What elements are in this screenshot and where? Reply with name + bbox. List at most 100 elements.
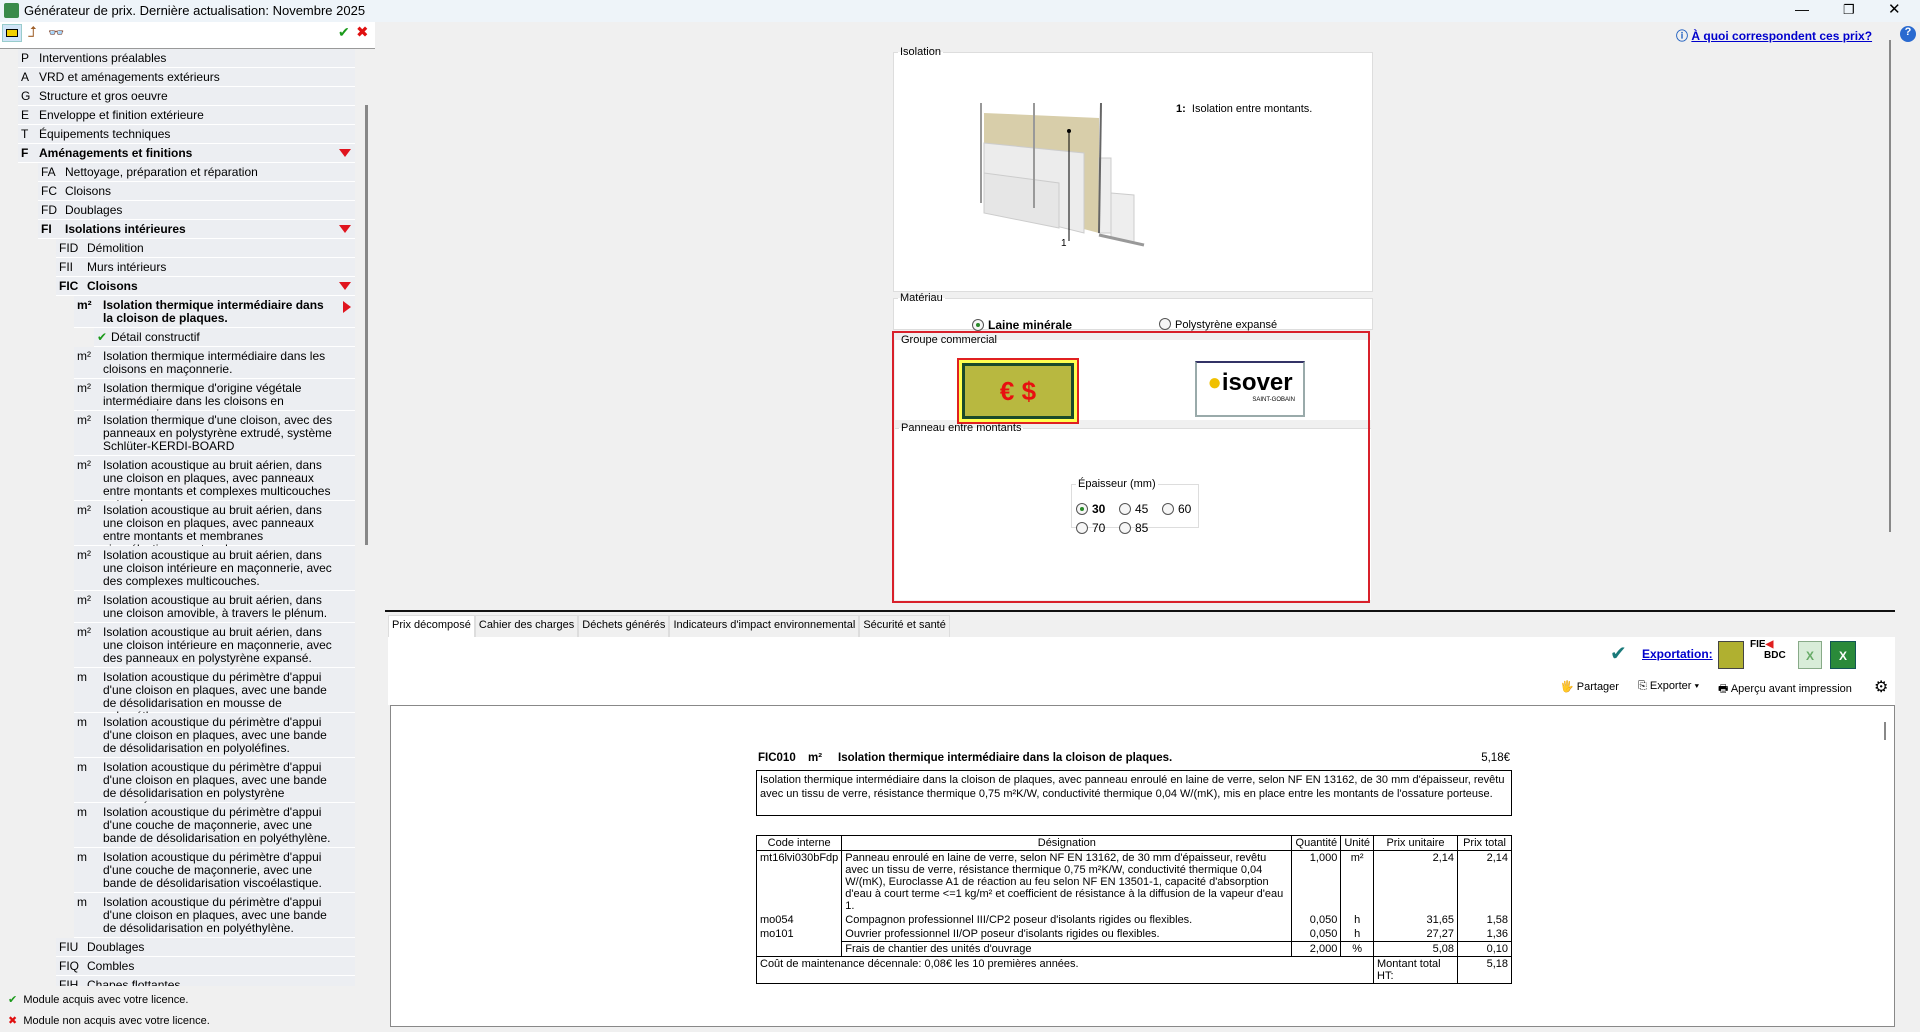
settings-gear-icon[interactable]: ⚙ (1874, 677, 1888, 697)
tree-item-code: FIC (59, 279, 79, 293)
panneau-group: Panneau entre montants Épaisseur (mm) 30… (895, 422, 1371, 600)
generic-price-button[interactable]: € $ (957, 358, 1079, 424)
restore-button[interactable]: ❐ (1843, 2, 1855, 18)
tree-item[interactable]: m² Isolation acoustique au bruit aérien, … (74, 456, 355, 511)
tree-item[interactable]: m² Isolation acoustique au bruit aérien, … (74, 623, 355, 668)
tree-item[interactable]: m² Isolation acoustique au bruit aérien, … (74, 546, 355, 591)
tab-impact-environnemental[interactable]: Indicateurs d'impact environnemental (669, 615, 860, 637)
help-prices[interactable]: ⓘ À quoi correspondent ces prix? (1676, 27, 1872, 44)
export-dropdown[interactable]: ⎘ Exporter ▾ (1638, 680, 1699, 693)
isover-brand-button[interactable]: ●isover SAINT-GOBAIN (1195, 361, 1305, 417)
minimize-button[interactable]: — (1795, 1, 1809, 17)
tree-item[interactable]: FI Isolations intérieures (38, 220, 355, 239)
tree-item[interactable]: FIH Chapes flottantes (56, 976, 355, 986)
tree-item[interactable]: P Interventions préalables (18, 49, 355, 68)
search-binoculars-icon[interactable]: 👓 (48, 25, 64, 41)
check-icon[interactable]: ✔ (338, 24, 350, 41)
radio-polystyrene[interactable]: Polystyrène expansé (1159, 318, 1277, 331)
tree-item[interactable]: E Enveloppe et finition extérieure (18, 106, 355, 125)
tree-item[interactable]: ✔ Détail constructif (94, 328, 355, 347)
tree-item[interactable]: m² Isolation acoustique au bruit aérien, … (74, 591, 355, 623)
tree-item-label: Isolation acoustique du périmètre d'appu… (103, 895, 327, 935)
table-footer-row: Coût de maintenance décennale: 0,08€ les… (756, 956, 1512, 984)
radio-30[interactable]: 30 (1076, 502, 1105, 516)
tab-cahier-des-charges[interactable]: Cahier des charges (474, 615, 579, 637)
tree-item[interactable]: FC Cloisons (38, 182, 355, 201)
radio-85[interactable]: 85 (1119, 521, 1148, 535)
tree-item[interactable]: m² Isolation thermique d'origine végétale… (74, 379, 355, 421)
tree-item[interactable]: m Isolation acoustique du périmètre d'app… (74, 758, 355, 813)
tree-item[interactable]: FII Murs intérieurs (56, 258, 355, 277)
tab-dechets[interactable]: Déchets générés (578, 615, 670, 637)
tree-item-code: F (21, 146, 29, 160)
export-doc-icon[interactable] (1718, 641, 1744, 669)
table-cell: Ouvrier professionnel II/OP poseur d'iso… (841, 927, 1293, 942)
tree-item[interactable]: FA Nettoyage, préparation et réparation (38, 163, 355, 182)
tree-item-label: Doublages (65, 203, 123, 217)
tab-prix-decompose[interactable]: Prix décomposé (388, 615, 475, 637)
excel-icon[interactable]: X (1830, 641, 1856, 669)
tree-item[interactable]: F Aménagements et finitions (18, 144, 355, 163)
list-view-button[interactable] (2, 24, 22, 42)
help-prices-link[interactable]: À quoi correspondent ces prix? (1691, 29, 1872, 43)
tree-item[interactable]: m Isolation acoustique du périmètre d'app… (74, 668, 355, 723)
tree-item-label: Isolation acoustique au bruit aérien, da… (103, 458, 331, 511)
help-icon[interactable]: ? (1900, 26, 1916, 42)
tree-item[interactable]: m Isolation acoustique du périmètre d'app… (74, 713, 355, 758)
expand-arrow-icon[interactable] (339, 282, 351, 290)
materiau-group: Matériau Laine minérale Polystyrène expa… (893, 292, 1373, 332)
tree-item[interactable]: T Équipements techniques (18, 125, 355, 144)
tree-item-code: A (21, 70, 30, 84)
doc-scrollbar[interactable] (1884, 722, 1886, 740)
col-prix-total: Prix total (1457, 835, 1512, 851)
fie-bdc-icon[interactable]: FIE◀ BDC (1750, 639, 1790, 671)
cross-icon[interactable]: ✖ (356, 23, 369, 41)
table-cell: 2,000 (1291, 941, 1342, 957)
tree-item[interactable]: m² Isolation thermique d'une cloison, ave… (74, 411, 355, 456)
tree-scrollbar[interactable] (365, 105, 368, 545)
print-preview-button[interactable]: 🖶 Aperçu avant impression (1718, 680, 1852, 699)
expand-arrow-icon[interactable] (339, 225, 351, 233)
tree-item[interactable]: A VRD et aménagements extérieurs (18, 68, 355, 87)
radio-laine-minerale[interactable]: Laine minérale (972, 318, 1072, 332)
tree-item[interactable]: m Isolation acoustique du périmètre d'app… (74, 893, 355, 938)
tree-item-label: Isolation acoustique du périmètre d'appu… (103, 760, 327, 813)
close-button[interactable]: ✕ (1888, 0, 1901, 18)
tree-item[interactable]: FIQ Combles (56, 957, 355, 976)
table-cell: 1,58 (1457, 913, 1512, 927)
radio-60[interactable]: 60 (1162, 502, 1191, 516)
tree-item[interactable]: m² Isolation thermique intermédiaire dans… (74, 296, 355, 328)
exportation-link[interactable]: Exportation: (1642, 647, 1713, 661)
tab-bar: Prix décomposé Cahier des charges Déchet… (388, 615, 950, 637)
selected-arrow-icon (343, 301, 351, 313)
tree-item[interactable]: FIC Cloisons (56, 277, 355, 296)
export-panel: ✔ Exportation: FIE◀ BDC X X 🖐 Partager ⎘ … (388, 637, 1895, 705)
tree-item[interactable]: FD Doublages (38, 201, 355, 220)
share-button[interactable]: 🖐 Partager (1560, 680, 1619, 693)
table-cell: 0,050 (1291, 913, 1342, 927)
price-breakdown-table: Code interne Désignation Quantité Unité … (755, 835, 1512, 984)
tree-item[interactable]: FIU Doublages (56, 938, 355, 957)
radio-45[interactable]: 45 (1119, 502, 1148, 516)
radio-70[interactable]: 70 (1076, 521, 1105, 535)
tree-item[interactable]: FID Démolition (56, 239, 355, 258)
tree-item-code: T (21, 127, 29, 141)
tree-item[interactable]: m² Isolation thermique intermédiaire dans… (74, 347, 355, 379)
table-cell: Compagnon professionnel III/CP2 poseur d… (841, 913, 1293, 927)
table-cell: h (1340, 913, 1374, 927)
up-level-icon[interactable]: ⮥ (28, 24, 37, 41)
tree-item[interactable]: G Structure et gros oeuvre (18, 87, 355, 106)
col-prix-unitaire: Prix unitaire (1373, 835, 1458, 851)
excel-light-icon[interactable]: X (1798, 641, 1822, 669)
right-scrollbar[interactable] (1889, 40, 1891, 532)
tree-item-code: FD (41, 203, 57, 217)
tree-item[interactable]: m Isolation acoustique du périmètre d'app… (74, 803, 355, 848)
tree-item-code: FIU (59, 940, 79, 954)
tab-securite-sante[interactable]: Sécurité et santé (859, 615, 950, 637)
expand-arrow-icon[interactable] (339, 149, 351, 157)
tree-item[interactable]: m Isolation acoustique du périmètre d'app… (74, 848, 355, 893)
panneau-title: Panneau entre montants (901, 422, 1022, 434)
splitter[interactable] (385, 610, 1895, 612)
tree-item[interactable]: m² Isolation acoustique au bruit aérien, … (74, 501, 355, 556)
tree-item-code: ✔ (97, 330, 108, 344)
